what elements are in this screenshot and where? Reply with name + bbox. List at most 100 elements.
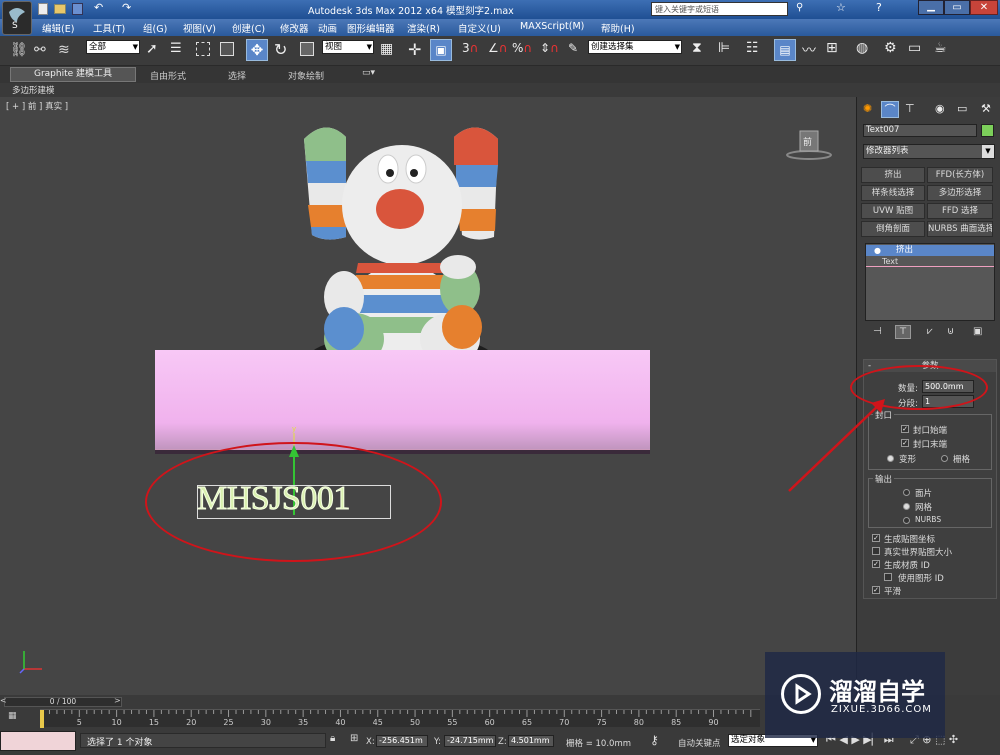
star-icon[interactable]: ☆ (836, 1, 846, 14)
bulb-icon[interactable]: ● (874, 245, 881, 256)
set-key-icon[interactable]: ⚷ (650, 733, 659, 747)
track-bar[interactable]: 051015202530354045505560657075808590 (40, 709, 760, 728)
render-teapot-icon[interactable]: ☕ (934, 40, 947, 56)
app-logo-icon[interactable]: S (2, 1, 32, 35)
selection-filter-dropdown[interactable]: 全部 ▼ (86, 40, 140, 54)
stack-item-extrude[interactable]: ● 挤出 (866, 245, 994, 256)
snap-3-icon[interactable]: 3∩ (462, 41, 478, 55)
spinner-snap-icon[interactable]: ⇕∩ (540, 41, 559, 55)
menu-help[interactable]: 帮助(H) (601, 21, 635, 35)
select-scale-icon[interactable] (300, 42, 314, 56)
viewport-front[interactable]: [ + ] 前 ] 真实 ] 前 y MHSJS001 (0, 97, 856, 695)
y-coordinate-field[interactable]: -24.715mm (444, 735, 496, 747)
render-setup-icon[interactable]: ⚙ (884, 40, 897, 56)
configure-sets-icon[interactable]: ▣ (973, 326, 982, 337)
redo-icon[interactable]: ↷ (122, 1, 131, 14)
show-end-result-icon[interactable]: ⊤ (895, 325, 911, 339)
grid-radio[interactable] (941, 455, 948, 462)
keyboard-shortcut-icon[interactable]: ▣ (430, 39, 452, 61)
select-by-name-icon[interactable]: ☰ (170, 41, 182, 56)
modifier-spline-select-button[interactable]: 样条线选择 (861, 185, 925, 201)
gen-mat-ids-checkbox[interactable]: ✓ (872, 560, 880, 568)
x-coordinate-field[interactable]: -256.451m (376, 735, 428, 747)
modifier-extrude-button[interactable]: 挤出 (861, 167, 925, 183)
track-bar-icon[interactable]: ▦ (8, 711, 17, 721)
bunny-model[interactable] (296, 117, 506, 379)
ribbon-tab-object-paint[interactable]: 对象绘制 (288, 69, 324, 82)
motion-tab-icon[interactable]: ◉ (935, 102, 945, 115)
gen-map-coords-checkbox[interactable]: ✓ (872, 534, 880, 542)
ribbon-tab-selection[interactable]: 选择 (228, 69, 246, 82)
angle-snap-icon[interactable]: ∠∩ (488, 41, 508, 55)
make-unique-icon[interactable]: ⩗ (927, 326, 933, 337)
hierarchy-tab-icon[interactable]: ⊤ (905, 102, 915, 115)
save-file-icon[interactable] (72, 3, 83, 15)
menu-animation[interactable]: 动画 (318, 21, 337, 35)
pivot-center-icon[interactable]: ▦ (380, 41, 393, 57)
new-file-icon[interactable] (38, 3, 48, 15)
edit-named-selection-icon[interactable]: ✎ (568, 41, 578, 55)
object-name-field[interactable]: Text007 (863, 124, 977, 137)
smooth-checkbox[interactable]: ✓ (872, 586, 880, 594)
viewcube[interactable]: 前 (786, 127, 832, 161)
link-icon[interactable]: ⛓ (10, 42, 28, 58)
pin-stack-icon[interactable]: ⊣ (873, 326, 882, 337)
graphite-toggle-icon[interactable]: ▤ (774, 39, 796, 61)
layer-manager-icon[interactable]: ☷ (746, 40, 759, 56)
remove-modifier-icon[interactable]: ⊍ (947, 326, 954, 337)
search-field[interactable]: 键入关键字或短语 (651, 2, 788, 16)
select-object-icon[interactable]: ➚ (146, 41, 158, 57)
time-slider[interactable]: 0 / 100 (4, 697, 122, 707)
modifier-uvw-map-button[interactable]: UVW 贴图 (861, 203, 925, 219)
display-tab-icon[interactable]: ▭ (957, 102, 967, 115)
modifier-ffd-box-button[interactable]: FFD(长方体) (927, 167, 993, 183)
output-patch-radio[interactable] (903, 489, 910, 496)
modifier-list-dropdown[interactable]: 修改器列表 ▼ (863, 144, 995, 159)
menu-views[interactable]: 视图(V) (183, 21, 216, 35)
menu-graph-editors[interactable]: 图形编辑器 (347, 21, 395, 35)
menu-rendering[interactable]: 渲染(R) (407, 21, 440, 35)
polygon-modeling-label[interactable]: 多边形建模 (12, 84, 55, 96)
modifier-stack[interactable]: ● 挤出 Text (865, 243, 995, 321)
modifier-ffd-select-button[interactable]: FFD 选择 (927, 203, 993, 219)
maximize-button[interactable]: ▭ (944, 0, 970, 15)
menu-edit[interactable]: 编辑(E) (42, 21, 74, 35)
menu-create[interactable]: 创建(C) (232, 21, 265, 35)
menu-maxscript[interactable]: MAXScript(M) (520, 21, 584, 32)
rendered-frame-icon[interactable]: ▭ (908, 40, 921, 56)
auto-key-label[interactable]: 自动关键点 (678, 737, 721, 749)
select-rotate-icon[interactable]: ↻ (274, 40, 287, 59)
select-move-icon[interactable]: ✥ (246, 39, 268, 61)
minimize-button[interactable]: ▁ (918, 0, 944, 15)
window-crossing-icon[interactable] (220, 42, 234, 56)
modify-tab-icon[interactable]: ⌒ (881, 101, 899, 118)
modifier-bevel-profile-button[interactable]: 倒角剖面 (861, 221, 925, 237)
binoculars-icon[interactable]: ⚲ (796, 2, 803, 13)
slider-next-icon[interactable]: > (114, 696, 121, 705)
z-coordinate-field[interactable]: 4.501mm (508, 735, 554, 747)
use-shape-ids-checkbox[interactable] (884, 573, 892, 581)
ribbon-tab-freeform[interactable]: 自由形式 (150, 69, 186, 82)
select-manipulate-icon[interactable]: ✛ (408, 40, 421, 59)
utilities-tab-icon[interactable]: ⚒ (981, 102, 991, 115)
unlink-icon[interactable]: ⚯ (34, 42, 46, 58)
rect-region-icon[interactable] (196, 42, 210, 56)
ribbon-tab-graphite[interactable]: Graphite 建模工具 (10, 67, 136, 82)
real-world-checkbox[interactable] (872, 547, 880, 555)
curve-editor-icon[interactable]: 〰 (802, 40, 816, 60)
named-selection-dropdown[interactable]: 创建选择集 ▼ (588, 40, 682, 54)
create-tab-icon[interactable]: ✺ (863, 102, 872, 115)
close-button[interactable]: ✕ (970, 0, 998, 15)
modifier-poly-select-button[interactable]: 多边形选择 (927, 185, 993, 201)
mirror-icon[interactable]: ⧗ (692, 40, 702, 56)
maxscript-listener[interactable] (0, 731, 76, 751)
modifier-nurbs-surface-select-button[interactable]: NURBS 曲面选择 (927, 221, 993, 237)
undo-icon[interactable]: ↶ (94, 1, 103, 14)
output-mesh-radio[interactable] (903, 503, 910, 510)
menu-customize[interactable]: 自定义(U) (458, 21, 501, 35)
menu-modifiers[interactable]: 修改器 (280, 21, 309, 35)
ref-coord-dropdown[interactable]: 视图 ▼ (322, 40, 374, 54)
help-icon[interactable]: ? (876, 1, 882, 14)
menu-group[interactable]: 组(G) (143, 21, 167, 35)
cap-start-checkbox[interactable]: ✓ (901, 425, 909, 433)
